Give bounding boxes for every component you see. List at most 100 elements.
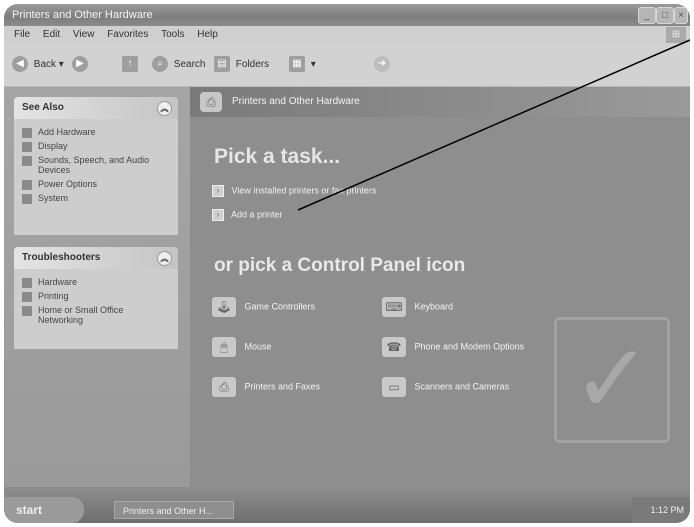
- views-icon: ▦: [289, 56, 305, 73]
- control-panel-heading: or pick a Control Panel icon: [214, 255, 466, 276]
- desktop-screen: Printers and Other Hardware _ □ × File E…: [4, 4, 690, 523]
- search-label: Search: [173, 59, 206, 70]
- link-sounds[interactable]: Sounds, Speech, and Audio Devices: [14, 153, 178, 177]
- icon-mouse[interactable]: 🖱 Mouse: [212, 337, 272, 357]
- icon-label: Phone and Modem Options: [414, 341, 525, 352]
- go-button[interactable]: ➜: [374, 56, 393, 74]
- help-icon: [22, 306, 32, 316]
- link-add-hardware[interactable]: Add Hardware: [14, 125, 178, 139]
- link-system[interactable]: System: [14, 191, 178, 205]
- menu-tools[interactable]: Tools: [161, 29, 184, 40]
- menu-edit[interactable]: Edit: [43, 29, 60, 40]
- task-arrow-icon: ›: [212, 209, 224, 221]
- close-button[interactable]: ×: [674, 7, 688, 24]
- icon-keyboard[interactable]: ⌨ Keyboard: [382, 297, 453, 317]
- collapse-chevron-icon[interactable]: ︽: [157, 251, 172, 266]
- icon-label: Game Controllers: [244, 301, 316, 312]
- see-also-title: See Also: [22, 102, 64, 113]
- folders-button[interactable]: ▤ Folders: [214, 56, 269, 74]
- back-button[interactable]: ◀ Back ▾: [12, 56, 64, 74]
- keyboard-icon: ⌨: [382, 297, 406, 317]
- collapse-chevron-icon[interactable]: ︽: [157, 101, 172, 116]
- task-arrow-icon: ›: [212, 185, 224, 197]
- menu-file[interactable]: File: [14, 29, 30, 40]
- category-banner: ⎙ Printers and Other Hardware: [190, 87, 690, 117]
- mouse-icon: 🖱: [212, 337, 236, 357]
- taskbar-window-button[interactable]: Printers and Other H...: [114, 501, 234, 519]
- icon-label: Scanners and Cameras: [414, 381, 510, 392]
- power-options-icon: [22, 180, 32, 190]
- go-arrow-icon: ➜: [374, 56, 390, 73]
- link-label: Add Hardware: [38, 127, 96, 137]
- folders-icon: ▤: [214, 56, 230, 73]
- link-label: Printing: [38, 291, 69, 301]
- help-icon: [22, 292, 32, 302]
- troubleshooters-title: Troubleshooters: [22, 252, 101, 263]
- troubleshooters-panel: Troubleshooters ︽ Hardware Printing Home…: [14, 247, 178, 349]
- link-label: Display: [38, 141, 68, 151]
- start-button[interactable]: start: [4, 497, 84, 523]
- search-icon: ⌕: [152, 56, 168, 73]
- toolbar: ◀ Back ▾ ▶ ↑ ⌕ Search ▤ Folders ▦ ▾ ➜: [4, 44, 690, 87]
- printer-icon: ⎙: [212, 377, 236, 397]
- link-display[interactable]: Display: [14, 139, 178, 153]
- task-pane: See Also ︽ Add Hardware Display Sounds, …: [4, 87, 190, 487]
- start-label: start: [16, 503, 43, 517]
- menu-help[interactable]: Help: [197, 29, 218, 40]
- task-label: View installed printers or fax printers: [231, 185, 377, 196]
- joystick-icon: 🕹: [212, 297, 236, 317]
- printer-category-icon: ⎙: [200, 92, 222, 112]
- windows-logo-icon: ⊞: [666, 27, 686, 43]
- link-home-networking[interactable]: Home or Small Office Networking: [14, 303, 178, 327]
- forward-button[interactable]: ▶: [72, 56, 91, 74]
- task-view-printers[interactable]: › View installed printers or fax printer…: [212, 185, 376, 197]
- title-bar[interactable]: Printers and Other Hardware _ □ ×: [4, 4, 690, 26]
- banner-title: Printers and Other Hardware: [232, 96, 360, 107]
- link-label: Sounds, Speech, and Audio Devices: [38, 155, 150, 175]
- search-button[interactable]: ⌕ Search: [152, 56, 205, 74]
- link-power-options[interactable]: Power Options: [14, 177, 178, 191]
- menu-favorites[interactable]: Favorites: [107, 29, 148, 40]
- icon-game-controllers[interactable]: 🕹 Game Controllers: [212, 297, 315, 317]
- back-dropdown-icon[interactable]: ▾: [59, 59, 64, 70]
- menu-bar: File Edit View Favorites Tools Help ⊞: [4, 26, 690, 44]
- folders-label: Folders: [235, 59, 270, 70]
- checkmark-watermark-icon: ✓: [554, 317, 670, 443]
- link-hardware[interactable]: Hardware: [14, 275, 178, 289]
- task-add-printer[interactable]: › Add a printer: [212, 209, 283, 221]
- back-label: Back: [33, 59, 57, 70]
- forward-arrow-icon: ▶: [72, 56, 88, 73]
- link-label: Home or Small Office Networking: [38, 305, 124, 325]
- task-label: Add a printer: [231, 209, 283, 220]
- icon-label: Mouse: [244, 341, 272, 352]
- see-also-panel: See Also ︽ Add Hardware Display Sounds, …: [14, 97, 178, 235]
- display-icon: [22, 142, 32, 152]
- minimize-button[interactable]: _: [638, 7, 656, 24]
- views-button[interactable]: ▦ ▾: [289, 56, 316, 74]
- clock: 1:12 PM: [650, 505, 684, 515]
- troubleshooters-header[interactable]: Troubleshooters ︽: [14, 247, 178, 269]
- maximize-button[interactable]: □: [656, 7, 674, 24]
- pick-task-heading: Pick a task...: [214, 145, 341, 168]
- content-pane: ⎙ Printers and Other Hardware Pick a tas…: [190, 87, 690, 487]
- scanner-icon: ▭: [382, 377, 406, 397]
- up-button[interactable]: ↑: [122, 56, 141, 74]
- icon-scanners-cameras[interactable]: ▭ Scanners and Cameras: [382, 377, 509, 397]
- add-hardware-icon: [22, 128, 32, 138]
- views-dropdown-icon: ▾: [310, 59, 316, 70]
- system-tray: 1:12 PM: [632, 497, 690, 523]
- link-label: Power Options: [38, 179, 98, 189]
- see-also-header[interactable]: See Also ︽: [14, 97, 178, 119]
- taskbar: start Printers and Other H... 1:12 PM: [4, 489, 690, 523]
- link-label: Hardware: [38, 277, 78, 287]
- menu-view[interactable]: View: [73, 29, 95, 40]
- icon-label: Keyboard: [414, 301, 454, 312]
- icon-label: Printers and Faxes: [244, 381, 321, 392]
- link-label: System: [38, 193, 69, 203]
- up-folder-icon: ↑: [122, 56, 138, 73]
- link-printing[interactable]: Printing: [14, 289, 178, 303]
- icon-printers-faxes[interactable]: ⎙ Printers and Faxes: [212, 377, 320, 397]
- system-icon: [22, 194, 32, 204]
- help-icon: [22, 278, 32, 288]
- icon-phone-modem[interactable]: ☎ Phone and Modem Options: [382, 337, 524, 357]
